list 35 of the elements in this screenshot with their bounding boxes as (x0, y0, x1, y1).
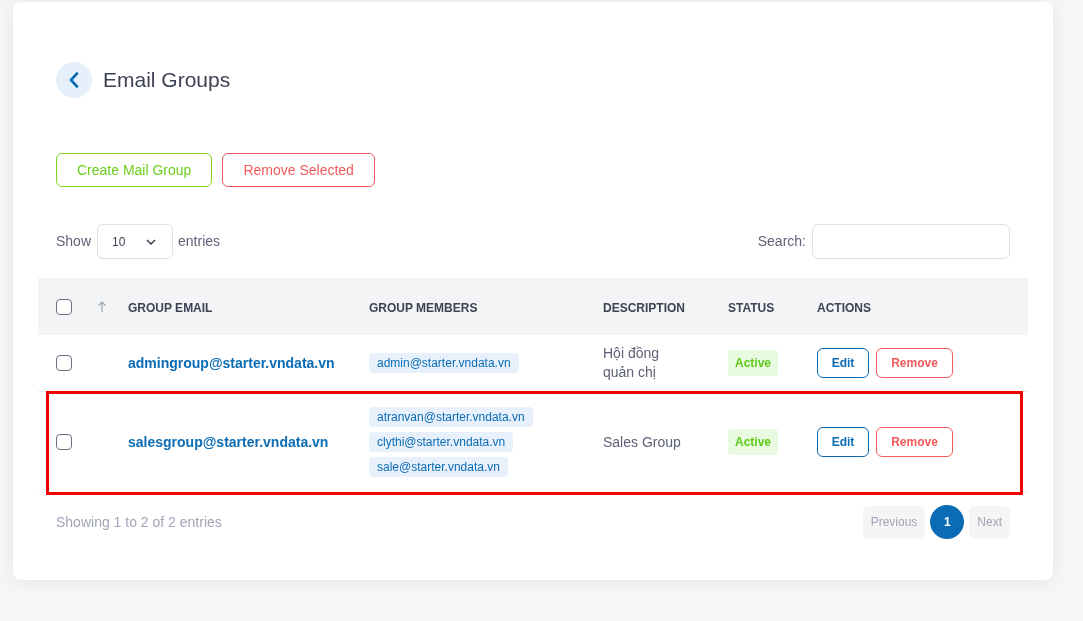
entries-select[interactable]: 10 (97, 224, 174, 259)
entries-label: entries (178, 232, 221, 251)
remove-button[interactable]: Remove (876, 427, 953, 457)
edit-button[interactable]: Edit (817, 348, 869, 378)
column-header[interactable]: STATUS (728, 300, 775, 315)
sort-arrow-icon (97, 300, 107, 313)
chevron-left-icon (69, 72, 79, 88)
back-button[interactable] (56, 62, 92, 98)
search-field[interactable] (812, 224, 1010, 259)
page-title: Email Groups (103, 67, 231, 93)
column-header[interactable]: ACTIONS (817, 300, 871, 315)
remove-selected-button[interactable]: Remove Selected (222, 153, 375, 187)
member-tag: atranvan@starter.vndata.vn (369, 407, 533, 427)
column-header[interactable]: GROUP MEMBERS (369, 300, 478, 315)
status-badge: Active (728, 350, 779, 376)
checkbox[interactable] (56, 434, 72, 450)
checkbox[interactable] (56, 355, 72, 371)
edit-button[interactable]: Edit (817, 427, 869, 457)
status-badge: Active (728, 429, 779, 455)
entries-info: Showing 1 to 2 of 2 entries (56, 512, 222, 532)
checkbox[interactable] (56, 298, 72, 315)
member-tag: admin@starter.vndata.vn (369, 353, 519, 373)
group-email-link[interactable]: admingroup@starter.vndata.vn (128, 355, 335, 371)
show-label: Show (56, 232, 92, 251)
search-label: Search: (757, 232, 806, 251)
column-header[interactable]: GROUP EMAIL (128, 300, 213, 315)
column-header[interactable]: DESCRIPTION (603, 300, 685, 315)
page-button[interactable]: 1 (930, 505, 965, 539)
description-text: Hội đồng quản chị (603, 344, 661, 382)
group-email-link[interactable]: salesgroup@starter.vndata.vn (128, 434, 329, 450)
description-text: Sales Group (603, 432, 682, 452)
member-tag: sale@starter.vndata.vn (369, 457, 508, 477)
remove-button[interactable]: Remove (876, 348, 953, 378)
member-tag: clythi@starter.vndata.vn (369, 432, 514, 452)
chevron-down-icon (146, 238, 157, 245)
